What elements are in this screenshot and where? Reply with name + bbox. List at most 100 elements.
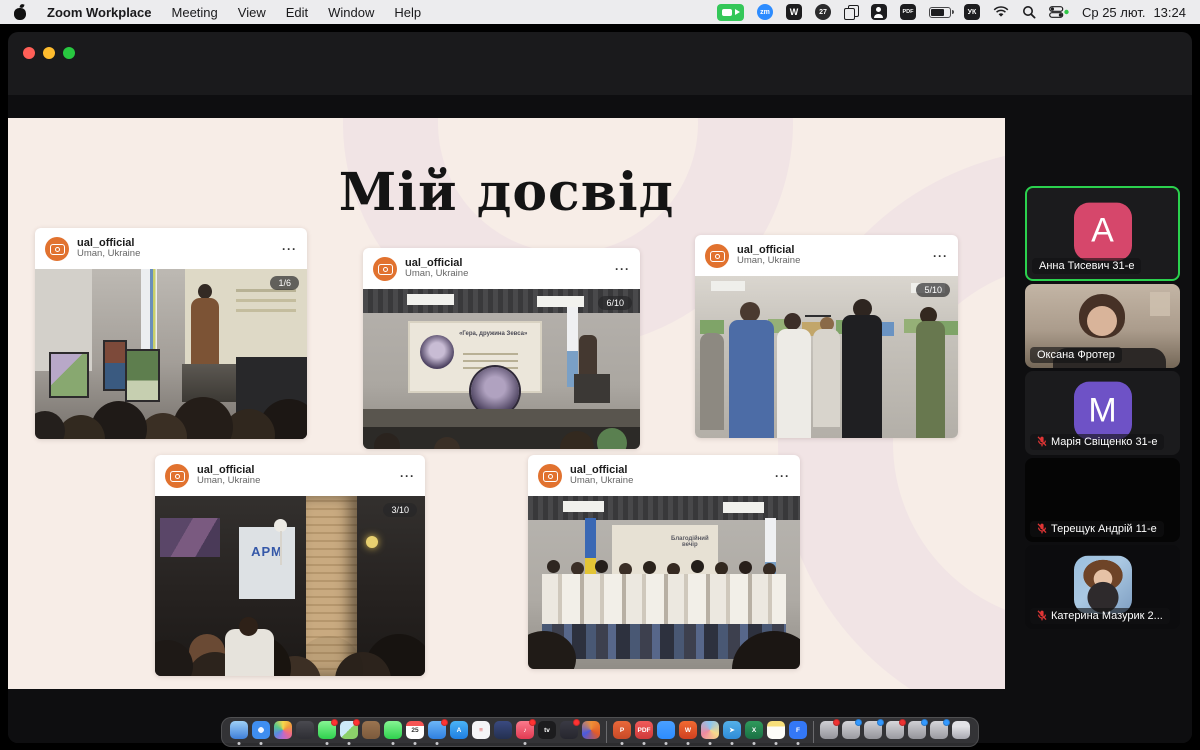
post-more-icon: ··· [400,469,415,483]
screen-recording-camera-icon[interactable] [717,4,744,21]
calendar-status-icon[interactable]: 27 [815,4,831,20]
dock-divider [813,721,814,743]
instagram-avatar-icon [538,464,562,488]
dock-minimized-window-icon[interactable] [885,719,905,745]
dock-mail-icon[interactable] [493,719,513,745]
participant-tile-kateryna[interactable]: Катерина Мазурик 2... [1025,545,1180,629]
dock-trash-icon[interactable] [951,719,971,745]
participant-photo-avatar [1074,556,1132,614]
post-location: Uman, Ukraine [77,249,274,260]
post-more-icon: ··· [933,249,948,263]
participant-name-label: Анна Тисевич 31-е [1032,258,1141,274]
dock-notes-icon[interactable] [766,719,786,745]
post-photo: 1/6 [35,269,307,439]
dock-appstore-icon[interactable]: A [449,719,469,745]
instagram-post-card: ual_official Uman, Ukraine ··· «Гера, др… [363,248,640,449]
instagram-post-card: ual_official Uman, Ukraine ··· 5/10 [695,235,958,438]
dock-facetime-icon[interactable] [383,719,403,745]
participant-tile-anna[interactable]: А Анна Тисевич 31-е [1025,186,1180,281]
banner-text: АРМ [239,544,296,559]
post-photo: АРМ 3/10 [155,496,425,676]
window-close-button[interactable] [23,47,35,59]
post-photo: «Гера, дружина Зевса» 6/10 [363,289,640,449]
projected-slide-text: «Гера, дружина Зевса» [446,331,540,337]
dock-files-icon[interactable] [427,719,447,745]
carousel-page-badge: 1/6 [270,276,299,290]
dock-telegram-icon[interactable]: ➤ [722,719,742,745]
dock-maps-icon[interactable] [339,719,359,745]
wifi-icon[interactable] [993,6,1009,18]
instagram-post-card: ual_official Uman, Ukraine ··· АРМ [155,455,425,676]
presentation-slide: Мій досвід ual_official Uman, Ukraine ··… [8,118,1005,689]
dock-minimized-window-icon[interactable] [907,719,927,745]
user-status-icon[interactable] [871,4,887,20]
participant-tile-oksana[interactable]: Оксана Фротер [1025,284,1180,368]
word-status-icon[interactable]: W [786,4,802,20]
zoom-meeting-window: Мій досвід ual_official Uman, Ukraine ··… [8,32,1192,743]
menubar-clock[interactable]: 13:24 [1153,5,1186,20]
apple-menu-icon[interactable] [14,5,27,20]
dock-books-icon[interactable] [361,719,381,745]
dock-minimized-window-icon[interactable] [863,719,883,745]
control-center-icon[interactable] [1049,6,1069,18]
dock-reminders-icon[interactable]: ≡ [471,719,491,745]
dock-firefox-icon[interactable] [581,719,601,745]
dock-podcasts-icon[interactable] [559,719,579,745]
window-minimize-button[interactable] [43,47,55,59]
post-more-icon: ··· [775,469,790,483]
shared-screen-area: Мій досвід ual_official Uman, Ukraine ··… [8,95,1192,743]
menu-app-name[interactable]: Zoom Workplace [47,5,152,20]
dock-apple-tv-icon[interactable]: tv [537,719,557,745]
keyboard-layout-icon[interactable]: УК [964,4,980,20]
pdf-status-icon[interactable]: PDF [900,4,916,20]
dock: 25 A≡ ♪tv PPDF W ➤XF [221,717,979,747]
instagram-post-card: ual_official Uman, Ukraine ··· Благодійн… [528,455,800,669]
menu-view[interactable]: View [238,5,266,20]
search-icon[interactable] [1022,5,1036,19]
participant-name-label: Оксана Фротер [1030,347,1122,363]
menu-help[interactable]: Help [394,5,421,20]
instagram-avatar-icon [373,257,397,281]
dock-pdf-reader-icon[interactable]: PDF [634,719,654,745]
dock-freeform-icon[interactable]: F [788,719,808,745]
dock-minimized-window-icon[interactable] [841,719,861,745]
instagram-avatar-icon [45,237,69,261]
dock-photos-icon[interactable] [273,719,293,745]
zoom-status-icon[interactable]: zm [757,4,773,20]
slide-title: Мій досвід [8,162,1005,223]
dock-calendar-icon[interactable]: 25 [405,719,425,745]
windows-status-icon[interactable] [844,5,858,19]
carousel-page-badge: 6/10 [598,296,632,310]
dock-safari-icon[interactable] [251,719,271,745]
participant-name-label: Терещук Андрій 11-е [1030,521,1164,537]
dock-wps-office-icon[interactable]: W [678,719,698,745]
dock-pixelmator-icon[interactable] [700,719,720,745]
dock-minimized-window-icon[interactable] [819,719,839,745]
brick-column [306,496,357,676]
dock-minimized-window-icon[interactable] [929,719,949,745]
participant-avatar: М [1074,382,1132,440]
post-location: Uman, Ukraine [570,476,767,487]
menu-meeting[interactable]: Meeting [172,5,218,20]
menu-edit[interactable]: Edit [286,5,308,20]
participant-tile-maria[interactable]: М Марія Свіщенко 31-е [1025,371,1180,455]
dock-zoom-icon[interactable] [656,719,676,745]
dock-powerpoint-icon[interactable]: P [612,719,632,745]
dock-music-icon[interactable]: ♪ [515,719,535,745]
participant-name-label: Марія Свіщенко 31-е [1030,434,1164,450]
menu-window[interactable]: Window [328,5,374,20]
muted-mic-icon [1037,436,1047,447]
instagram-avatar-icon [705,244,729,268]
post-photo: 5/10 [695,276,958,438]
dock-finder-icon[interactable] [229,719,249,745]
participant-tile-andriy[interactable]: Терещук Андрій 11-е [1025,458,1180,542]
menubar-date[interactable]: Ср 25 лют. [1082,5,1145,20]
projected-slide-text: Благодійний вечір [664,536,716,548]
dock-messages-icon[interactable] [317,719,337,745]
window-zoom-button[interactable] [63,47,75,59]
participant-avatar: А [1074,202,1132,260]
dock-divider [606,721,607,743]
dock-excel-icon[interactable]: X [744,719,764,745]
dock-launchpad-icon[interactable] [295,719,315,745]
battery-icon[interactable] [929,7,951,18]
